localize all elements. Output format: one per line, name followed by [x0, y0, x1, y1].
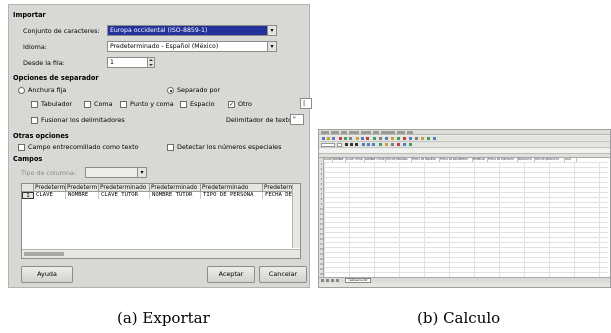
- scrollbar-thumb[interactable]: [24, 252, 64, 256]
- preview-column-header[interactable]: Predeterminado: [201, 184, 263, 192]
- preview-column-header[interactable]: Predetermi: [34, 184, 66, 192]
- status-bar: [319, 283, 610, 287]
- other-checkbox[interactable]: ✓: [228, 101, 235, 108]
- detect-special-numbers-checkbox[interactable]: [167, 144, 174, 151]
- cell-grid[interactable]: [324, 162, 608, 277]
- tab-checkbox[interactable]: [31, 101, 38, 108]
- fixed-width-radio[interactable]: [18, 87, 25, 94]
- menu-bar[interactable]: [319, 130, 610, 135]
- other-separator-value: |: [303, 100, 306, 107]
- prev-sheet-icon[interactable]: [326, 279, 329, 282]
- preview-cell: TIPO DE PERSONA: [203, 192, 263, 199]
- separated-by-radio[interactable]: [167, 87, 174, 94]
- preview-cell: NOMBRE TUTOR: [152, 192, 201, 199]
- semicolon-label: Punto y coma: [130, 100, 174, 108]
- preview-row-number: 1: [22, 192, 34, 199]
- charset-select[interactable]: Europa occidental (ISO-8859-1) ▾: [107, 25, 277, 36]
- charset-label: Conjunto de caracteres:: [23, 27, 100, 35]
- from-row-label: Desde la fila:: [23, 59, 65, 67]
- preview-column-header[interactable]: Predetermin: [263, 184, 295, 192]
- section-import-heading: Importar: [13, 11, 46, 19]
- header-cell[interactable]: NOMBRE: [333, 158, 346, 162]
- semicolon-checkbox[interactable]: [120, 101, 127, 108]
- text-delimiter-label: Delimitador de texto:: [226, 116, 295, 124]
- section-fields-heading: Campos: [13, 155, 43, 163]
- next-sheet-icon[interactable]: [331, 279, 334, 282]
- column-type-label: Tipo de columna:: [21, 169, 77, 177]
- header-cell[interactable]: CLAVE: [324, 158, 333, 162]
- header-cell[interactable]: CIUD: [565, 158, 577, 162]
- import-text-dialog: Importar Conjunto de caracteres: Europa …: [8, 4, 312, 288]
- header-cell[interactable]: NOMBRE TUTOR: [365, 158, 386, 162]
- text-delimiter-value: ": [293, 116, 296, 123]
- header-cell[interactable]: TIPO DE PRODUCTO: [535, 158, 565, 162]
- header-cell[interactable]: FECHA DE CONTRATO: [488, 158, 518, 162]
- spin-arrows-icon[interactable]: [147, 58, 154, 67]
- spreadsheet-grid[interactable]: CLAVE NOMBRE CLAVE TUTOR NOMBRE TUTOR TI…: [319, 154, 610, 277]
- formatting-toolbar[interactable]: [319, 142, 610, 148]
- language-select[interactable]: Predeterminado - Español (México) ▾: [107, 41, 277, 52]
- tab-label: Tabulador: [41, 100, 73, 108]
- header-cell[interactable]: EJEMPLAR: [473, 158, 488, 162]
- column-type-select[interactable]: ▾: [85, 167, 147, 178]
- quoted-as-text-checkbox[interactable]: [18, 144, 25, 151]
- first-sheet-icon[interactable]: [321, 279, 324, 282]
- merge-delimiters-label: Fusionar los delimitadores: [41, 116, 125, 124]
- quoted-as-text-label: Campo entrecomillado como texto: [28, 143, 139, 151]
- other-label: Otro: [238, 100, 252, 108]
- header-cell[interactable]: PRODUCTO: [518, 158, 535, 162]
- cancel-button[interactable]: Cancelar: [259, 266, 307, 283]
- space-label: Espacio: [190, 100, 215, 108]
- corner-header: [22, 184, 34, 192]
- from-row-value: 1: [110, 59, 114, 66]
- section-other-options-heading: Otras opciones: [13, 132, 69, 140]
- horizontal-scrollbar[interactable]: [22, 249, 300, 258]
- header-cell[interactable]: CLAVE TUTOR: [346, 158, 365, 162]
- detect-special-numbers-label: Detectar los números especiales: [177, 143, 282, 151]
- charset-value: Europa occidental (ISO-8859-1): [110, 27, 208, 34]
- caption-left: (a) Exportar: [117, 309, 210, 327]
- section-separator-heading: Opciones de separador: [13, 74, 99, 82]
- calc-window: CLAVE NOMBRE CLAVE TUTOR NOMBRE TUTOR TI…: [318, 129, 611, 288]
- chevron-down-icon[interactable]: ▾: [267, 26, 276, 35]
- fixed-width-label: Anchura fija: [28, 86, 67, 94]
- last-sheet-icon[interactable]: [336, 279, 339, 282]
- from-row-spinbox[interactable]: 1: [107, 57, 155, 68]
- preview-column-header[interactable]: Predeterminado: [99, 184, 150, 192]
- language-label: Idioma:: [23, 43, 47, 51]
- preview-cell: FECHA DE N: [265, 192, 295, 199]
- fields-preview-grid[interactable]: Predetermi Predeterm Predeterminado Pred…: [21, 183, 301, 259]
- other-separator-input[interactable]: |: [300, 98, 312, 109]
- chevron-down-icon[interactable]: ▾: [137, 168, 146, 177]
- header-cell[interactable]: FECHA DE NACIMIENTO: [440, 158, 473, 162]
- preview-cell: CLAVE: [36, 192, 66, 199]
- chevron-down-icon[interactable]: ▾: [267, 42, 276, 51]
- separated-by-label: Separado por: [177, 86, 221, 94]
- comma-checkbox[interactable]: [84, 101, 91, 108]
- comma-label: Coma: [94, 100, 113, 108]
- help-button[interactable]: Ayuda: [21, 266, 73, 283]
- header-cell[interactable]: FECHA DE INGRESO: [412, 158, 440, 162]
- header-cell[interactable]: TIPO DE PERSONA: [386, 158, 412, 162]
- caption-right: (b) Calculo: [417, 309, 501, 327]
- preview-cell: CLAVE TUTOR: [101, 192, 150, 199]
- accept-button[interactable]: Aceptar: [207, 266, 255, 283]
- text-delimiter-select[interactable]: ": [290, 114, 304, 125]
- preview-column-header[interactable]: Predeterminado: [150, 184, 201, 192]
- space-checkbox[interactable]: [180, 101, 187, 108]
- language-value: Predeterminado - Español (México): [110, 43, 219, 50]
- vertical-scrollbar[interactable]: [292, 184, 300, 248]
- preview-column-header[interactable]: Predeterm: [66, 184, 99, 192]
- merge-delimiters-checkbox[interactable]: [31, 117, 38, 124]
- preview-cell: NOMBRE: [68, 192, 99, 199]
